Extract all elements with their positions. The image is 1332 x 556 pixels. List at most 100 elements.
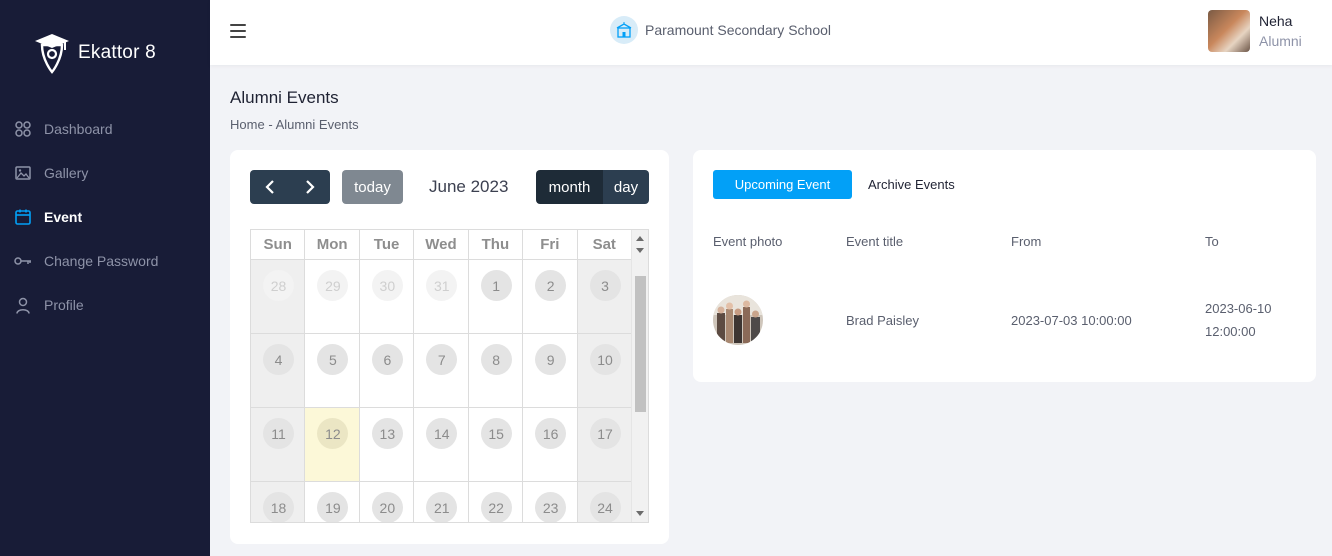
chevron-right-icon bbox=[306, 180, 315, 194]
tab-upcoming-event[interactable]: Upcoming Event bbox=[713, 170, 852, 199]
day-number: 17 bbox=[589, 418, 621, 449]
day-number: 18 bbox=[263, 492, 294, 522]
column-header-from: From bbox=[1011, 234, 1042, 249]
calendar-day-cell[interactable]: 10 bbox=[577, 334, 632, 407]
scrollbar-thumb[interactable] bbox=[635, 276, 646, 412]
user-name: Neha bbox=[1259, 13, 1293, 29]
calendar-icon bbox=[14, 208, 32, 226]
event-to-date: 2023-06-10 bbox=[1205, 301, 1272, 316]
today-button[interactable]: today bbox=[342, 170, 403, 204]
day-number: 21 bbox=[426, 492, 458, 522]
day-number: 6 bbox=[371, 344, 403, 375]
day-of-week: Tue bbox=[360, 230, 415, 259]
calendar-day-cell[interactable]: 2 bbox=[523, 260, 578, 333]
event-title-cell: Brad Paisley bbox=[846, 313, 919, 328]
calendar-nav-buttons bbox=[250, 170, 330, 204]
breadcrumb-home[interactable]: Home bbox=[230, 117, 265, 132]
calendar-day-cell[interactable]: 28 bbox=[251, 260, 306, 333]
calendar-day-cell[interactable]: 7 bbox=[414, 334, 469, 407]
calendar-day-cell[interactable]: 16 bbox=[523, 408, 578, 481]
day-number: 11 bbox=[263, 418, 294, 449]
calendar-day-cell[interactable]: 14 bbox=[414, 408, 469, 481]
calendar-day-cell[interactable]: 4 bbox=[251, 334, 306, 407]
day-number: 15 bbox=[480, 418, 512, 449]
day-number: 2 bbox=[535, 270, 567, 301]
calendar-week: 11 12 13 14 15 16 17 bbox=[251, 408, 632, 482]
calendar-day-cell[interactable]: 30 bbox=[360, 260, 415, 333]
column-header-title: Event title bbox=[846, 234, 904, 249]
user-menu[interactable]: Neha Alumni bbox=[1208, 10, 1302, 52]
sidebar-item-event[interactable]: Event bbox=[0, 195, 210, 239]
day-of-week: Wed bbox=[414, 230, 469, 259]
event-photo bbox=[713, 295, 763, 345]
calendar-day-cell[interactable]: 17 bbox=[577, 408, 632, 481]
school-name: Paramount Secondary School bbox=[645, 22, 831, 38]
calendar-grid: Sun Mon Tue Wed Thu Fri Sat 28 29 30 31 … bbox=[250, 229, 649, 523]
event-to-cell: 2023-06-10 12:00:00 bbox=[1205, 297, 1272, 343]
day-number: 19 bbox=[317, 492, 349, 522]
calendar-day-cell[interactable]: 22 bbox=[469, 482, 524, 522]
sidebar: Ekattor 8 Dashboard Gallery Event Change… bbox=[0, 0, 210, 556]
day-number: 4 bbox=[263, 344, 294, 375]
calendar-day-cell[interactable]: 23 bbox=[523, 482, 578, 522]
day-number: 10 bbox=[589, 344, 621, 375]
user-role: Alumni bbox=[1259, 33, 1302, 49]
sidebar-item-label: Profile bbox=[44, 297, 84, 313]
calendar-day-cell[interactable]: 20 bbox=[360, 482, 415, 522]
sidebar-item-label: Event bbox=[44, 209, 83, 225]
sidebar-item-dashboard[interactable]: Dashboard bbox=[0, 107, 210, 151]
calendar-day-cell[interactable]: 9 bbox=[523, 334, 578, 407]
prev-month-button[interactable] bbox=[250, 170, 290, 204]
calendar-scrollbar[interactable] bbox=[631, 230, 648, 522]
school-building-icon bbox=[610, 16, 638, 44]
day-number: 1 bbox=[480, 270, 512, 301]
next-month-button[interactable] bbox=[290, 170, 330, 204]
sidebar-item-label: Dashboard bbox=[44, 121, 113, 137]
calendar-day-cell[interactable]: 21 bbox=[414, 482, 469, 522]
top-header: Paramount Secondary School Neha Alumni bbox=[210, 0, 1332, 65]
menu-toggle-icon[interactable] bbox=[230, 24, 246, 38]
day-number: 22 bbox=[480, 492, 512, 522]
sidebar-item-profile[interactable]: Profile bbox=[0, 283, 210, 327]
day-number: 29 bbox=[317, 270, 349, 301]
brand-name: Ekattor 8 bbox=[78, 42, 156, 63]
calendar-day-cell[interactable]: 3 bbox=[577, 260, 632, 333]
calendar-day-cell[interactable]: 15 bbox=[469, 408, 524, 481]
calendar-day-cell-today[interactable]: 12 bbox=[305, 408, 360, 481]
scroll-down-arrow-icon[interactable] bbox=[636, 248, 644, 253]
day-number: 14 bbox=[426, 418, 458, 449]
scroll-down-arrow-icon[interactable] bbox=[636, 511, 644, 516]
breadcrumb-separator: - bbox=[268, 117, 273, 132]
calendar-day-cell[interactable]: 6 bbox=[360, 334, 415, 407]
day-number: 7 bbox=[426, 344, 458, 375]
day-view-button[interactable]: day bbox=[603, 170, 649, 204]
school-info: Paramount Secondary School bbox=[610, 16, 831, 44]
calendar-day-cell[interactable]: 11 bbox=[251, 408, 306, 481]
calendar-day-cell[interactable]: 18 bbox=[251, 482, 306, 522]
page-title: Alumni Events bbox=[230, 88, 339, 107]
day-number: 9 bbox=[535, 344, 567, 375]
calendar-day-cell[interactable]: 5 bbox=[305, 334, 360, 407]
tab-archive-events[interactable]: Archive Events bbox=[868, 170, 955, 199]
calendar-day-cell[interactable]: 24 bbox=[577, 482, 632, 522]
column-header-to: To bbox=[1205, 234, 1219, 249]
calendar-day-cell[interactable]: 31 bbox=[414, 260, 469, 333]
avatar bbox=[1208, 10, 1250, 52]
chevron-left-icon bbox=[265, 180, 274, 194]
days-of-week-header: Sun Mon Tue Wed Thu Fri Sat bbox=[251, 230, 632, 260]
calendar-week: 28 29 30 31 1 2 3 bbox=[251, 260, 632, 334]
calendar-view-buttons: month day bbox=[536, 170, 649, 204]
day-number: 23 bbox=[535, 492, 567, 522]
month-view-button[interactable]: month bbox=[536, 170, 603, 204]
calendar-day-cell[interactable]: 19 bbox=[305, 482, 360, 522]
sidebar-item-gallery[interactable]: Gallery bbox=[0, 151, 210, 195]
calendar-day-cell[interactable]: 8 bbox=[469, 334, 524, 407]
day-number: 28 bbox=[263, 270, 294, 301]
scroll-up-arrow-icon[interactable] bbox=[636, 236, 644, 241]
calendar-day-cell[interactable]: 29 bbox=[305, 260, 360, 333]
calendar-day-cell[interactable]: 13 bbox=[360, 408, 415, 481]
calendar-day-cell[interactable]: 1 bbox=[469, 260, 524, 333]
day-number: 13 bbox=[371, 418, 403, 449]
brand[interactable]: Ekattor 8 bbox=[34, 32, 156, 74]
sidebar-item-change-password[interactable]: Change Password bbox=[0, 239, 210, 283]
